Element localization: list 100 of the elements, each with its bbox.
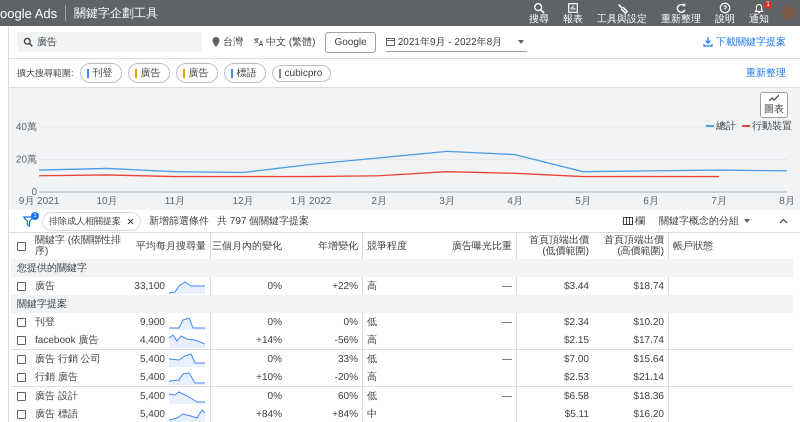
search-volume: 4,400 [140, 334, 165, 346]
close-icon[interactable] [127, 218, 134, 224]
caret-icon [743, 218, 751, 224]
table-cell: — [502, 390, 512, 402]
help-button[interactable]: 說明 [712, 1, 738, 25]
keyword-text: 行銷 廣告 [35, 370, 78, 384]
download-icon [703, 37, 713, 47]
axis-label: 5月 [575, 196, 591, 207]
download-link[interactable]: 下載關鍵字提案 [697, 34, 792, 50]
collapse-icon[interactable] [779, 218, 788, 224]
table-cell: $16.20 [633, 408, 664, 420]
keyword-chip[interactable]: 廣告 [128, 63, 170, 83]
refresh-link[interactable]: 重新整理 [740, 65, 792, 81]
keyword-text: 廣告 設計 [35, 390, 78, 403]
filter-chip[interactable]: 排除成人相關提案 [42, 212, 141, 230]
columns-icon [623, 217, 633, 225]
keyword-chip[interactable]: 刊登 [80, 63, 122, 83]
column-header[interactable]: 競爭程度 [367, 240, 407, 252]
select-all-checkbox[interactable] [17, 242, 26, 250]
keyword-text: 刊登 [35, 316, 55, 329]
help-icon [719, 2, 731, 14]
legend-label: 行動裝置 [752, 120, 792, 133]
table-cell: $2.53 [564, 372, 589, 382]
axis-label: 2月 [371, 196, 387, 207]
search-field[interactable]: 廣告 [17, 32, 202, 52]
table-cell: $18.36 [633, 390, 664, 402]
table-cell-text: 中 [367, 408, 377, 421]
result-count: 共 797 個關鍵字提案 [217, 214, 310, 228]
table-cell: +22% [332, 280, 358, 292]
location-pin-icon [212, 37, 220, 47]
column-header[interactable]: 首頁頂端出價 (低價範圍) [517, 235, 589, 257]
search-volume: 33,100 [134, 280, 165, 292]
table-cell: +14% [256, 334, 282, 346]
table-cell-text: 高 [367, 280, 377, 293]
table-cell: $7.00 [564, 354, 589, 364]
table-cell-text: 低 [367, 316, 377, 329]
table-cell: 0% [268, 390, 282, 402]
refine-label: 擴大搜尋範圍: [17, 66, 74, 80]
columns-button[interactable]: 欄 [623, 214, 645, 228]
table-cell: 0% [268, 280, 282, 292]
table-cell: -56% [334, 334, 358, 346]
bell-icon [753, 2, 765, 14]
refresh-button[interactable]: 重新整理 [658, 1, 704, 25]
checkbox[interactable] [17, 372, 26, 382]
column-header[interactable]: 帳戶狀態 [673, 240, 713, 252]
search-volume: 5,400 [140, 408, 165, 420]
chart-button[interactable]: 圖表 [760, 92, 788, 118]
table-cell: $10.20 [633, 316, 664, 328]
column-header[interactable]: 年增變化 [318, 240, 358, 252]
keyword-chip[interactable]: 廣告 [176, 63, 218, 83]
calendar-icon [386, 37, 395, 46]
column-header[interactable]: 首頁頂端出價 (高價範圍) [593, 235, 664, 257]
checkbox[interactable] [17, 318, 26, 326]
wrench-icon [616, 2, 628, 14]
column-header[interactable]: 平均每月搜尋量 [136, 240, 206, 252]
network-button[interactable]: Google [325, 32, 376, 52]
table-cell: +84% [332, 408, 358, 420]
checkbox[interactable] [17, 392, 26, 400]
language-label[interactable]: 中文 (繁體) [266, 35, 316, 49]
keyword-text: facebook 廣告 [35, 334, 98, 347]
search-icon [533, 2, 545, 14]
refresh-icon [675, 2, 687, 14]
add-filter-link[interactable]: 新增篩選條件 [149, 214, 209, 228]
axis-label: 12月 [232, 196, 254, 207]
reports-button[interactable]: 報表 [560, 1, 586, 25]
tools-button[interactable]: 工具與設定 [594, 1, 650, 25]
search-volume: 9,900 [140, 316, 165, 328]
table-cell: 0% [268, 354, 282, 364]
product-name: oogle Ads [0, 6, 58, 20]
date-range-dropdown[interactable]: 2021年9月 - 2022年8月 [386, 32, 528, 52]
legend-label: 總計 [716, 120, 736, 133]
keyword-chip[interactable]: 標語 [224, 63, 266, 83]
keyword-chip[interactable]: cubicpro [272, 64, 332, 82]
checkbox[interactable] [17, 282, 26, 290]
table-cell: 33% [338, 354, 358, 364]
column-header[interactable]: 三個月內的變化 [212, 240, 282, 252]
search-volume: 5,400 [140, 390, 165, 402]
table-cell: $2.34 [564, 316, 589, 328]
table-cell-text: 低 [367, 353, 377, 366]
sparkline [169, 351, 205, 367]
axis-label: 11月 [164, 196, 186, 207]
column-header[interactable]: 廣告曝光比重 [452, 240, 512, 252]
axis-label: 1月 2022 [290, 196, 332, 207]
search-volume: 5,400 [140, 354, 165, 364]
keyword-text: 廣告 [35, 280, 55, 293]
checkbox[interactable] [17, 336, 26, 344]
table-cell: $6.58 [564, 390, 589, 402]
column-header[interactable]: 關鍵字 (依關聯性排序) [35, 235, 131, 257]
filter-icon[interactable] [23, 216, 34, 226]
location-label[interactable]: 台灣 [223, 35, 243, 49]
table-cell-text: 低 [367, 390, 377, 403]
sparkline [169, 332, 205, 348]
checkbox[interactable] [17, 354, 26, 364]
checkbox[interactable] [17, 410, 26, 418]
axis-label: 4月 [507, 196, 523, 207]
axis-label: 7月 [711, 196, 727, 207]
axis-label: 40萬 [16, 122, 37, 133]
grouping-dropdown[interactable]: 關鍵字概念的分組 [653, 213, 757, 229]
search-button[interactable]: 搜尋 [526, 1, 552, 25]
keyword-text: 廣告 標語 [35, 408, 78, 421]
